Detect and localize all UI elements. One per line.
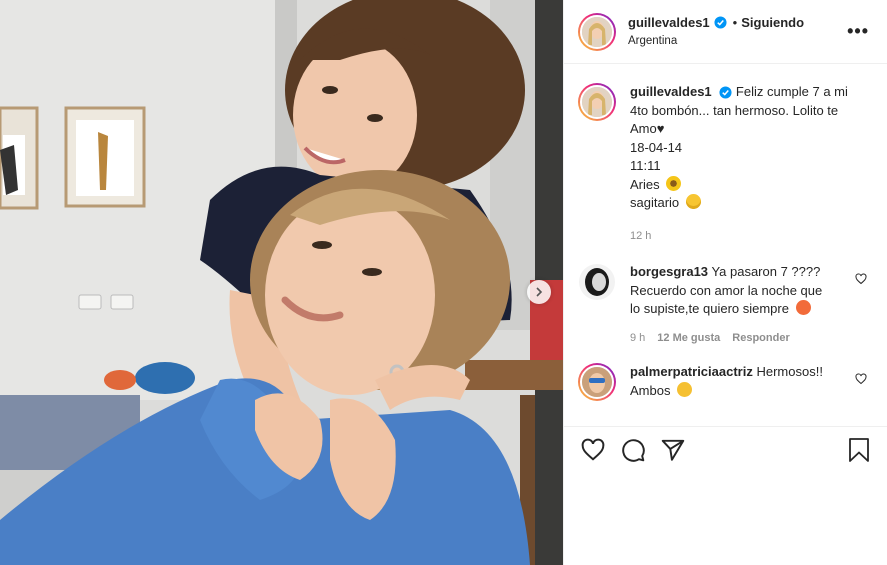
caption-line: sagitario xyxy=(630,195,680,210)
instagram-post-view: guillevaldes1 • Siguiendo Argentina ••• xyxy=(0,0,887,565)
caption-line: Feliz cumple 7 a mi xyxy=(735,84,848,99)
raised-hands-emoji-icon xyxy=(677,381,693,397)
commenter-avatar[interactable] xyxy=(579,264,615,300)
comment-username[interactable]: borgesgra13 xyxy=(630,264,708,279)
heart-icon[interactable] xyxy=(855,373,867,385)
caption-avatar[interactable] xyxy=(578,83,616,121)
comment-text: Ambos xyxy=(630,382,671,398)
post-header: guillevaldes1 • Siguiendo Argentina ••• xyxy=(564,0,887,64)
avatar-image xyxy=(582,87,612,117)
follow-separator: • xyxy=(732,14,738,30)
comment-likes[interactable]: 12 Me gusta xyxy=(657,329,720,348)
share-icon[interactable] xyxy=(660,437,686,463)
avatar-image xyxy=(579,264,615,300)
caption-line: 4to bombón... tan hermoso. Lolito te xyxy=(630,102,839,118)
commenter-avatar[interactable] xyxy=(578,363,616,401)
chevron-right-icon xyxy=(536,287,543,297)
caption-line: 18-04-14 xyxy=(630,139,683,155)
comment-text: Hermosos!! xyxy=(756,364,823,379)
comment-text: lo supiste,te quiero siempre xyxy=(630,301,789,316)
reply-button[interactable]: Responder xyxy=(732,329,789,348)
comment-icon[interactable] xyxy=(620,437,646,463)
heart-icon[interactable] xyxy=(855,273,867,285)
avatar-image xyxy=(582,367,612,397)
author-avatar[interactable] xyxy=(578,12,616,51)
photo-illustration xyxy=(0,0,563,565)
caption-line: Amo♥ xyxy=(630,121,665,136)
caption-line: 11:11 xyxy=(630,158,661,173)
bookmark-icon[interactable] xyxy=(847,437,871,463)
heart-icon[interactable] xyxy=(580,437,606,463)
comment-text: Recuerdo con amor la noche que xyxy=(630,282,823,298)
carousel-next-button[interactable] xyxy=(527,280,551,304)
comment-text: Ya pasaron 7 ???? xyxy=(711,264,821,279)
comments-list: guillevaldes1 Feliz cumple 7 a mi 4to bo… xyxy=(564,65,887,425)
caption-username[interactable]: guillevaldes1 xyxy=(630,84,712,99)
more-icon: ••• xyxy=(847,21,869,41)
caption-timestamp[interactable]: 12 h xyxy=(630,227,651,246)
post-side-panel: guillevaldes1 • Siguiendo Argentina ••• xyxy=(563,0,887,565)
following-button[interactable]: Siguiendo xyxy=(741,14,804,32)
smile-emoji-icon xyxy=(685,194,701,209)
verified-icon xyxy=(714,16,727,29)
sunflower-emoji-icon xyxy=(666,175,682,191)
avatar-image xyxy=(582,16,612,47)
caption-line: Aries xyxy=(630,176,660,192)
post-photo[interactable] xyxy=(0,0,563,565)
comment-username[interactable]: palmerpatriciaactriz xyxy=(630,364,753,379)
comment: palmerpatriciaactriz Hermosos!! Ambos xyxy=(578,363,873,401)
comment-timestamp[interactable]: 9 h xyxy=(630,329,645,348)
author-username[interactable]: guillevaldes1 xyxy=(628,14,710,32)
more-options-button[interactable]: ••• xyxy=(847,22,869,40)
post-location[interactable]: Argentina xyxy=(628,34,804,50)
comment: borgesgra13 Ya pasaron 7 ???? Recuerdo c… xyxy=(578,263,873,347)
caption: guillevaldes1 Feliz cumple 7 a mi 4to bo… xyxy=(578,83,873,245)
post-actions-bar xyxy=(564,426,887,476)
verified-icon xyxy=(719,86,732,99)
heart-eyes-emoji-icon xyxy=(795,300,811,315)
